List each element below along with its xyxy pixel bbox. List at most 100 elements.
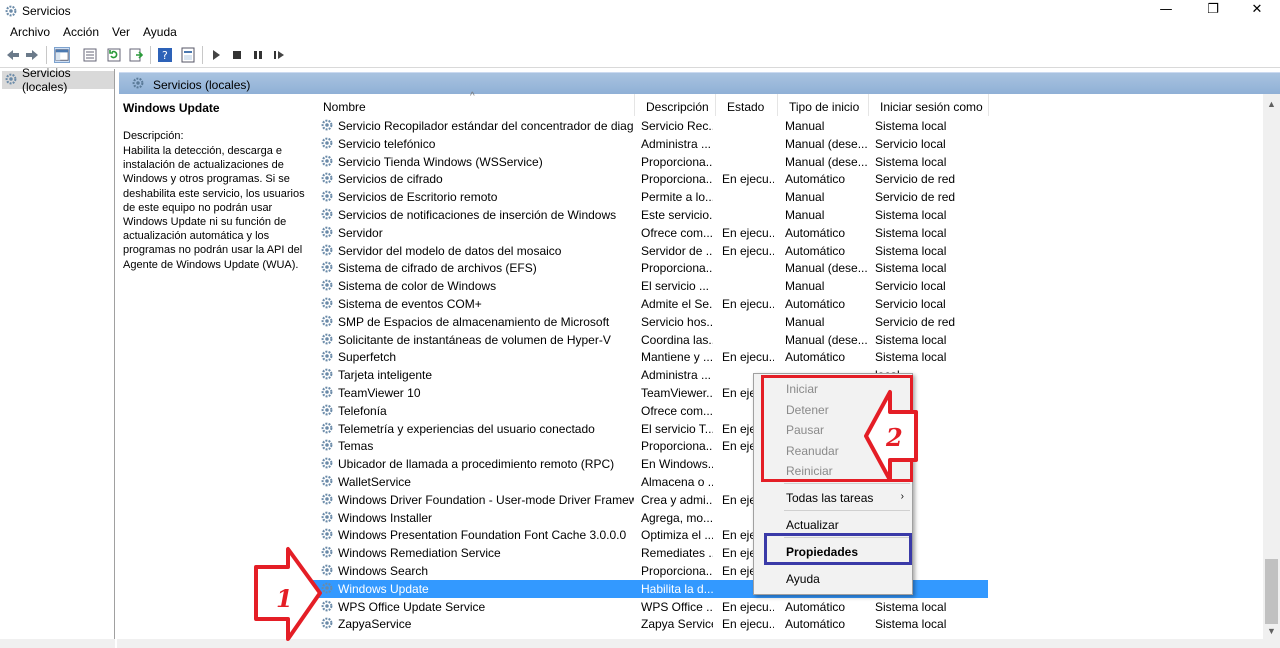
column-header-description[interactable]: Descripción bbox=[635, 94, 716, 116]
service-name: Servicios de cifrado bbox=[338, 172, 443, 187]
service-name: Telemetría y experiencias del usuario co… bbox=[338, 421, 595, 436]
service-description: Ofrece com... bbox=[641, 403, 713, 418]
column-header-name[interactable]: Nombre ^ bbox=[312, 91, 635, 116]
table-row[interactable]: Servicios de notificaciones de inserción… bbox=[312, 206, 988, 224]
console-tree-icon[interactable] bbox=[54, 47, 70, 63]
menu-archivo[interactable]: Archivo bbox=[10, 25, 50, 39]
service-gear-icon bbox=[320, 154, 334, 171]
menu-item-restart[interactable]: Reiniciar bbox=[754, 460, 912, 480]
service-gear-icon bbox=[320, 492, 334, 509]
menu-accion[interactable]: Acción bbox=[63, 25, 99, 39]
service-gear-icon bbox=[320, 314, 334, 331]
service-logon-as: Sistema local bbox=[875, 599, 947, 614]
table-row[interactable]: Servicios de cifrado Proporciona... En eje… bbox=[312, 170, 988, 188]
service-name: Sistema de color de Windows bbox=[338, 279, 497, 294]
export-list-icon[interactable] bbox=[128, 47, 144, 63]
menu-item-start[interactable]: Iniciar bbox=[754, 378, 912, 398]
service-name: Windows Presentation Foundation Font Cac… bbox=[338, 528, 627, 543]
service-state: En ejecu... bbox=[722, 350, 774, 365]
menu-item-stop[interactable]: Detener bbox=[754, 399, 912, 419]
window-title: Servicios bbox=[22, 4, 71, 18]
services-gear-icon bbox=[131, 76, 145, 93]
table-row[interactable]: SMP de Espacios de almacenamiento de Mic… bbox=[312, 313, 988, 331]
menu-item-properties[interactable]: Propiedades bbox=[754, 541, 912, 561]
back-arrow-icon[interactable] bbox=[5, 47, 21, 63]
help-icon[interactable]: ? bbox=[157, 47, 173, 63]
scroll-down-icon[interactable]: ▼ bbox=[1267, 626, 1276, 636]
service-gear-icon bbox=[320, 545, 334, 562]
table-row[interactable]: Servidor del modelo de datos del mosaico… bbox=[312, 242, 988, 260]
properties-icon[interactable] bbox=[180, 47, 196, 63]
forward-arrow-icon[interactable] bbox=[24, 47, 40, 63]
service-gear-icon bbox=[320, 136, 334, 153]
menu-item-pause[interactable]: Pausar bbox=[754, 419, 912, 439]
close-button[interactable]: ✕ bbox=[1234, 0, 1280, 22]
service-logon-as: Sistema local bbox=[875, 119, 947, 133]
service-name: Windows Remediation Service bbox=[338, 546, 501, 561]
table-row[interactable]: Solicitante de instantáneas de volumen d… bbox=[312, 331, 988, 349]
services-gear-icon bbox=[4, 4, 18, 21]
service-description: Coordina las... bbox=[641, 332, 713, 347]
content-header: Servicios (locales) bbox=[119, 72, 1280, 94]
start-service-icon[interactable] bbox=[208, 47, 224, 63]
table-row[interactable]: Servicio Tienda Windows (WSService) Propo… bbox=[312, 153, 988, 171]
service-description: Almacena o ... bbox=[641, 475, 713, 489]
content-header-label: Servicios (locales) bbox=[153, 78, 251, 92]
column-header-startup-type[interactable]: Tipo de inicio bbox=[778, 94, 869, 116]
menu-item-all-tasks[interactable]: Todas las tareas › bbox=[754, 487, 912, 507]
service-name: Servicio telefónico bbox=[338, 136, 436, 151]
menu-item-resume[interactable]: Reanudar bbox=[754, 440, 912, 460]
service-startup-type: Manual bbox=[785, 208, 825, 222]
service-description: Administra ... bbox=[641, 136, 712, 151]
scroll-up-icon[interactable]: ▲ bbox=[1267, 99, 1276, 109]
minimize-button[interactable]: — bbox=[1143, 0, 1189, 22]
menu-ayuda[interactable]: Ayuda bbox=[143, 25, 177, 39]
list-view-icon[interactable] bbox=[82, 47, 98, 63]
service-description: Permite a lo... bbox=[641, 190, 713, 205]
service-name: Solicitante de instantáneas de volumen d… bbox=[338, 332, 611, 347]
table-row[interactable]: Servicio telefónico Administra ... Manual … bbox=[312, 135, 988, 153]
service-startup-type: Manual (dese... bbox=[785, 261, 867, 276]
service-description: WPS Office ... bbox=[641, 599, 713, 614]
table-row[interactable]: Servicios de Escritorio remoto Permite a … bbox=[312, 188, 988, 206]
table-row[interactable]: Servidor Ofrece com... En ejecu... Automáti… bbox=[312, 224, 988, 242]
column-header-logon-as[interactable]: Iniciar sesión como bbox=[869, 94, 989, 116]
service-gear-icon bbox=[320, 118, 334, 135]
table-row[interactable]: ZapyaService Zapya Service En ejecu... Auto… bbox=[312, 615, 988, 633]
menu-item-refresh[interactable]: Actualizar bbox=[754, 514, 912, 534]
column-header-name-label: Nombre bbox=[323, 100, 366, 114]
service-description: Admite el Se... bbox=[641, 297, 713, 311]
table-row[interactable]: Superfetch Mantiene y ... En ejecu... Autom… bbox=[312, 348, 988, 366]
service-gear-icon bbox=[320, 243, 334, 260]
table-row[interactable]: WPS Office Update Service WPS Office ... E… bbox=[312, 598, 988, 616]
content-area: Servicios (locales) Windows Update Descr… bbox=[117, 69, 1280, 648]
vertical-scrollbar[interactable]: ▲ ▼ bbox=[1263, 94, 1280, 639]
service-description: El servicio T... bbox=[641, 421, 713, 436]
table-row[interactable]: Sistema de cifrado de archivos (EFS) Prop… bbox=[312, 259, 988, 277]
pause-service-icon[interactable] bbox=[250, 47, 266, 63]
refresh-icon[interactable] bbox=[106, 47, 122, 63]
service-startup-type: Automático bbox=[785, 599, 846, 614]
service-name: Windows Installer bbox=[338, 510, 433, 525]
service-description: Optimiza el ... bbox=[641, 528, 713, 543]
tree-item-services-local[interactable]: Servicios (locales) bbox=[2, 66, 114, 94]
maximize-button[interactable]: ❐ bbox=[1190, 0, 1236, 22]
service-description: Servicio Rec... bbox=[641, 119, 713, 133]
table-row[interactable]: Sistema de eventos COM+ Admite el Se... En… bbox=[312, 295, 988, 313]
service-description: En Windows... bbox=[641, 457, 713, 472]
table-row[interactable]: Sistema de color de Windows El servicio .… bbox=[312, 277, 988, 295]
stop-service-icon[interactable] bbox=[229, 47, 245, 63]
toolbar-separator bbox=[150, 46, 151, 64]
menu-ver[interactable]: Ver bbox=[112, 25, 130, 39]
service-gear-icon bbox=[320, 367, 334, 384]
table-row[interactable]: Servicio Recopilador estándar del concen… bbox=[312, 117, 988, 135]
menu-item-help[interactable]: Ayuda bbox=[754, 568, 912, 588]
column-header-state[interactable]: Estado bbox=[716, 94, 778, 116]
tree-horizontal-scrollbar[interactable] bbox=[0, 639, 115, 648]
scrollbar-thumb[interactable] bbox=[1265, 559, 1278, 624]
description-text: Habilita la detección, descarga e instal… bbox=[123, 145, 305, 271]
description-label: Descripción: bbox=[123, 130, 184, 142]
service-startup-type: Manual (dese... bbox=[785, 332, 867, 347]
restart-service-icon[interactable] bbox=[271, 47, 287, 63]
service-startup-type: Manual bbox=[785, 314, 825, 329]
